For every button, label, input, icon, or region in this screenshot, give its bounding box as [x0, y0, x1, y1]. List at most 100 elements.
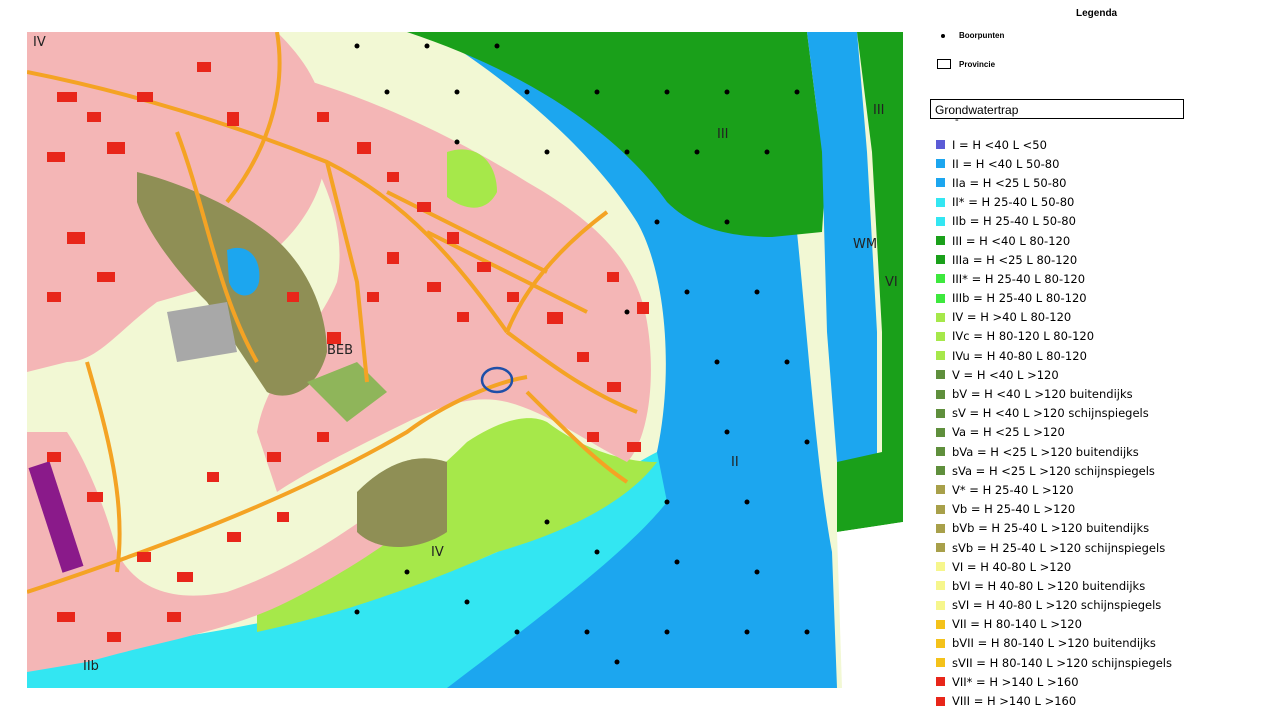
- map-canvas: IV III III WM VI BEB II IV IIb: [27, 32, 903, 688]
- zone-v-patch-4: [357, 458, 447, 547]
- legend-class-label: sVI = H 40-80 L >120 schijnspiegels: [952, 598, 1162, 613]
- legend-class-row: sVa = H <25 L >120 schijnspiegels: [936, 461, 1236, 480]
- legend-class-label: V* = H 25-40 L >120: [952, 482, 1074, 497]
- color-swatch-icon: [936, 696, 945, 706]
- legend-class-row: III* = H 25-40 L 80-120: [936, 269, 1236, 288]
- zone-v-patch-2: [447, 149, 497, 208]
- legend-class-label: IIb = H 25-40 L 50-80: [952, 214, 1076, 229]
- legend-class-label: VII* = H >140 L >160: [952, 674, 1079, 689]
- legend-class-row: sV = H <40 L >120 schijnspiegels: [936, 404, 1236, 423]
- legend-class-row: IIIa = H <25 L 80-120: [936, 250, 1236, 269]
- zone-grey-patch: [167, 302, 237, 362]
- color-swatch-icon: [936, 619, 945, 629]
- legend-class-row: VII = H 80-140 L >120: [936, 615, 1236, 634]
- color-swatch-icon: [936, 178, 945, 188]
- legend-class-row: IIa = H <25 L 50-80: [936, 173, 1236, 192]
- color-swatch-icon: [936, 159, 945, 169]
- grondwatertrap-header: Grondwatertrap: [930, 99, 1184, 119]
- color-swatch-icon: [936, 504, 945, 514]
- legend-class-label: sVb = H 25-40 L >120 schijnspiegels: [952, 540, 1166, 555]
- color-swatch-icon: [936, 581, 945, 591]
- legend-class-label: sVII = H 80-140 L >120 schijnspiegels: [952, 655, 1172, 670]
- color-swatch-icon: [936, 543, 945, 553]
- color-swatch-icon: [936, 197, 945, 207]
- legend-class-row: VI = H 40-80 L >120: [936, 557, 1236, 576]
- legend-class-label: VIII = H >140 L >160: [952, 694, 1077, 709]
- legend-class-label: sV = H <40 L >120 schijnspiegels: [952, 406, 1149, 421]
- color-swatch-icon: [936, 523, 945, 533]
- color-swatch-icon: [936, 255, 945, 265]
- legend-class-row: bVII = H 80-140 L >120 buitendijks: [936, 634, 1236, 653]
- label-beb: BEB: [327, 343, 353, 358]
- legend-class-row: bVb = H 25-40 L >120 buitendijks: [936, 519, 1236, 538]
- color-swatch-icon: [936, 658, 945, 668]
- color-swatch-icon: [936, 638, 945, 648]
- legend-class-row: sVb = H 25-40 L >120 schijnspiegels: [936, 538, 1236, 557]
- legend-item-boorpunten: Boorpunten: [941, 31, 1004, 40]
- grondwatertrap-dash: -: [955, 114, 959, 126]
- legend-class-label: Va = H <25 L >120: [952, 425, 1065, 440]
- legend-class-row: V = H <40 L >120: [936, 365, 1236, 384]
- color-swatch-icon: [936, 370, 945, 380]
- color-swatch-icon: [936, 312, 945, 322]
- label-iv-south: IV: [431, 545, 444, 560]
- legend-class-label: III* = H 25-40 L 80-120: [952, 271, 1086, 286]
- legend-class-label: I = H <40 L <50: [952, 137, 1047, 152]
- legend-class-label: IVc = H 80-120 L 80-120: [952, 329, 1095, 344]
- legend-class-row: II = H <40 L 50-80: [936, 154, 1236, 173]
- legend-class-label: VII = H 80-140 L >120: [952, 617, 1082, 632]
- legend-class-label: bVa = H <25 L >120 buitendijks: [952, 444, 1139, 459]
- legend-item-label: Provincie: [959, 59, 996, 69]
- legend-class-row: bV = H <40 L >120 buitendijks: [936, 384, 1236, 403]
- legend-class-label: V = H <40 L >120: [952, 367, 1059, 382]
- label-iv-topleft: IV: [33, 35, 46, 50]
- color-swatch-icon: [936, 216, 945, 226]
- color-swatch-icon: [936, 408, 945, 418]
- color-swatch-icon: [936, 677, 945, 687]
- legend-class-row: IV = H >40 L 80-120: [936, 308, 1236, 327]
- legend-class-label: sVa = H <25 L >120 schijnspiegels: [952, 463, 1155, 478]
- legend-class-row: Va = H <25 L >120: [936, 423, 1236, 442]
- color-swatch-icon: [936, 389, 945, 399]
- color-swatch-icon: [936, 427, 945, 437]
- color-swatch-icon: [936, 447, 945, 457]
- legend-class-label: II = H <40 L 50-80: [952, 156, 1060, 171]
- legend-item-provincie: Provincie: [937, 59, 995, 69]
- legend-class-row: I = H <40 L <50: [936, 135, 1236, 154]
- color-swatch-icon: [936, 562, 945, 572]
- legend-class-row: IIIb = H 25-40 L 80-120: [936, 289, 1236, 308]
- legend-item-label: Boorpunten: [959, 31, 1005, 40]
- outside-area: [837, 522, 903, 688]
- outline-box-icon: [937, 59, 951, 69]
- dot-icon: [941, 33, 945, 38]
- legend-class-label: II* = H 25-40 L 50-80: [952, 195, 1075, 210]
- legend-title: Legenda: [1076, 8, 1118, 19]
- color-swatch-icon: [936, 140, 945, 150]
- legend-class-row: bVI = H 40-80 L >120 buitendijks: [936, 576, 1236, 595]
- legend-class-row: bVa = H <25 L >120 buitendijks: [936, 442, 1236, 461]
- legend-class-label: IIa = H <25 L 50-80: [952, 175, 1067, 190]
- legend-class-row: V* = H 25-40 L >120: [936, 480, 1236, 499]
- legend-class-row: Vb = H 25-40 L >120: [936, 500, 1236, 519]
- legend-class-label: bVI = H 40-80 L >120 buitendijks: [952, 578, 1146, 593]
- color-swatch-icon: [936, 600, 945, 610]
- legend-class-label: bVb = H 25-40 L >120 buitendijks: [952, 521, 1150, 536]
- legend-class-row: IVc = H 80-120 L 80-120: [936, 327, 1236, 346]
- legend-class-label: IV = H >40 L 80-120: [952, 310, 1072, 325]
- label-wm: WM: [853, 237, 877, 252]
- legend-class-label: bV = H <40 L >120 buitendijks: [952, 387, 1133, 402]
- color-swatch-icon: [936, 293, 945, 303]
- legend-class-label: III = H <40 L 80-120: [952, 233, 1071, 248]
- legend-class-label: IVu = H 40-80 L 80-120: [952, 348, 1087, 363]
- groundwater-map[interactable]: IV III III WM VI BEB II IV IIb: [27, 32, 903, 688]
- grondwatertrap-class-list: I = H <40 L <50 II = H <40 L 50-80 IIa = H…: [936, 135, 1236, 711]
- legend-class-label: IIIb = H 25-40 L 80-120: [952, 291, 1087, 306]
- label-ii-river: II: [731, 455, 739, 470]
- legend-class-label: Vb = H 25-40 L >120: [952, 502, 1076, 517]
- color-swatch-icon: [936, 485, 945, 495]
- legend-class-row: II* = H 25-40 L 50-80: [936, 193, 1236, 212]
- legend-class-row: III = H <40 L 80-120: [936, 231, 1236, 250]
- color-swatch-icon: [936, 274, 945, 284]
- color-swatch-icon: [936, 466, 945, 476]
- label-iii-river-east: III: [717, 127, 729, 142]
